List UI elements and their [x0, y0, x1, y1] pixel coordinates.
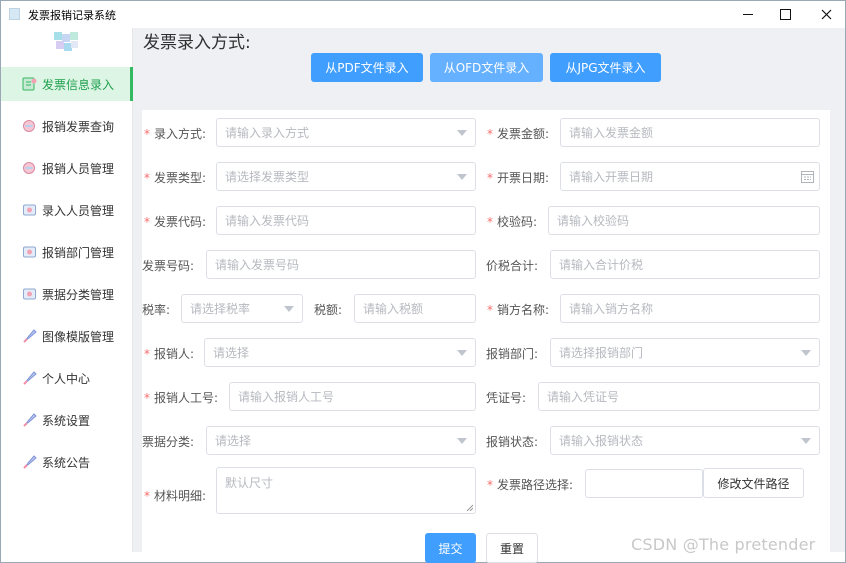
main-content: 发票录入方式: 从PDF文件录入 从OFD文件录入 从JPG文件录入 * 录入方式… [133, 28, 845, 563]
category-icon [22, 287, 37, 301]
invoice-number-input[interactable]: 请输入发票号码 [206, 250, 476, 279]
amount-label: * 发票金额: [487, 127, 550, 141]
amount-input[interactable]: 请输入发票金额 [560, 118, 820, 147]
seller-name-input[interactable]: 请输入销方名称 [560, 294, 820, 323]
app-window: 发票报销记录系统 发票信息录入 报销发票查询 报销人员管理 录入人员管理 报销部… [0, 0, 846, 563]
sidebar-item-label: 报销部门管理 [42, 245, 115, 260]
invoice-code-input[interactable]: 请输入发票代码 [216, 206, 476, 235]
employee-id-label: * 报销人工号: [144, 391, 219, 405]
invoice-type-label: * 发票类型: [144, 171, 207, 185]
invoice-number-label: 发票号码: [142, 259, 195, 273]
category-label: 票据分类: [142, 435, 195, 449]
invoice-type-select[interactable]: 请选择发票类型 [216, 162, 476, 191]
check-code-input[interactable]: 请输入校验码 [548, 206, 820, 235]
file-path-label: * 发票路径选择: [487, 478, 574, 492]
rocket-icon [22, 413, 37, 427]
seller-name-label: * 销方名称: [487, 303, 550, 317]
close-icon [821, 9, 831, 20]
department-icon [22, 245, 37, 259]
sidebar-item-label: 报销人员管理 [42, 161, 115, 176]
title-bar: 发票报销记录系统 [1, 1, 845, 28]
chevron-down-icon [457, 174, 467, 180]
reset-button[interactable]: 重置 [486, 533, 538, 563]
maximize-button[interactable] [763, 1, 807, 28]
total-with-tax-label: 价税合计: [486, 259, 539, 273]
chevron-down-icon [457, 438, 467, 444]
sidebar-item-label: 系统设置 [42, 413, 91, 428]
employee-id-input[interactable]: 请输入报销人工号 [229, 382, 476, 411]
page-title: 发票录入方式: [143, 33, 251, 53]
details-textarea[interactable]: 默认尺寸 [216, 467, 476, 514]
tax-amount-label: 税额: [314, 303, 343, 317]
chevron-down-icon [284, 306, 294, 312]
import-ofd-button[interactable]: 从OFD文件录入 [430, 53, 543, 82]
tax-rate-label: 税率: [142, 303, 171, 317]
sidebar-item-label: 票据分类管理 [42, 287, 115, 302]
window-title: 发票报销记录系统 [28, 9, 116, 22]
sidebar-item-label: 发票信息录入 [42, 77, 115, 92]
sidebar-item-reimburser-management[interactable]: 报销人员管理 [1, 151, 133, 185]
sidebar-item-label: 录入人员管理 [42, 203, 115, 218]
tax-rate-select[interactable]: 请选择税率 [181, 294, 303, 323]
sidebar-item-profile[interactable]: 个人中心 [1, 361, 133, 395]
voucher-number-input[interactable]: 请输入凭证号 [538, 382, 820, 411]
import-pdf-button[interactable]: 从PDF文件录入 [311, 53, 423, 82]
change-file-path-button[interactable]: 修改文件路径 [703, 468, 804, 498]
entry-method-select[interactable]: 请输入录入方式 [216, 118, 476, 147]
watermark: CSDN @The pretender [631, 535, 816, 554]
sidebar-item-settings[interactable]: 系统设置 [1, 403, 133, 437]
chevron-down-icon [457, 130, 467, 136]
sidebar-item-label: 个人中心 [42, 371, 91, 386]
sidebar-item-operator-management[interactable]: 录入人员管理 [1, 193, 133, 227]
sidebar-item-invoice-entry[interactable]: 发票信息录入 [1, 67, 133, 101]
chevron-down-icon [801, 438, 811, 444]
category-select[interactable]: 请选择 [206, 426, 476, 455]
entry-method-label: * 录入方式: [144, 127, 207, 141]
status-select[interactable]: 请输入报销状态 [550, 426, 820, 455]
invoice-code-label: * 发票代码: [144, 215, 207, 229]
issue-date-label: * 开票日期: [487, 171, 550, 185]
department-label: 报销部门: [486, 347, 539, 361]
chevron-down-icon [801, 350, 811, 356]
reimburser-select[interactable]: 请选择 [204, 338, 476, 367]
tax-amount-input[interactable]: 请输入税额 [354, 294, 476, 323]
submit-button[interactable]: 提交 [425, 533, 476, 563]
query-icon [22, 119, 37, 133]
voucher-number-label: 凭证号: [486, 391, 527, 405]
sidebar-item-label: 系统公告 [42, 455, 91, 470]
logo [54, 32, 79, 54]
status-label: 报销状态: [486, 435, 539, 449]
operator-icon [22, 203, 37, 217]
invoice-entry-icon [22, 77, 37, 91]
issue-date-picker[interactable]: 请输入开票日期 [560, 162, 820, 191]
check-code-label: * 校验码: [487, 215, 538, 229]
sidebar-item-label: 图像模版管理 [42, 329, 115, 344]
reimburser-label: * 报销人: [144, 347, 195, 361]
rocket-icon [22, 329, 37, 343]
rocket-icon [22, 455, 37, 469]
users-icon [22, 161, 37, 175]
sidebar-item-template-management[interactable]: 图像模版管理 [1, 319, 133, 353]
department-select[interactable]: 请选择报销部门 [550, 338, 820, 367]
sidebar-item-invoice-query[interactable]: 报销发票查询 [1, 109, 133, 143]
rocket-icon [22, 371, 37, 385]
app-icon [9, 8, 20, 20]
sidebar-item-announcements[interactable]: 系统公告 [1, 445, 133, 479]
close-button[interactable] [804, 1, 846, 28]
file-path-input[interactable] [585, 469, 703, 498]
sidebar-item-label: 报销发票查询 [42, 119, 115, 134]
sidebar-item-department-management[interactable]: 报销部门管理 [1, 235, 133, 269]
sidebar-item-category-management[interactable]: 票据分类管理 [1, 277, 133, 311]
calendar-icon [801, 171, 814, 183]
chevron-down-icon [457, 350, 467, 356]
total-with-tax-input[interactable]: 请输入合计价税 [550, 250, 820, 279]
invoice-form: * 录入方式: 请输入录入方式 * 发票金额: 请输入发票金额 * 发票类型: 请选择… [142, 110, 830, 563]
sidebar: 发票信息录入 报销发票查询 报销人员管理 录入人员管理 报销部门管理 票据分类管… [1, 28, 133, 552]
resize-handle-icon[interactable] [466, 504, 473, 511]
details-label: * 材料明细: [144, 489, 207, 503]
import-jpg-button[interactable]: 从JPG文件录入 [550, 53, 661, 82]
